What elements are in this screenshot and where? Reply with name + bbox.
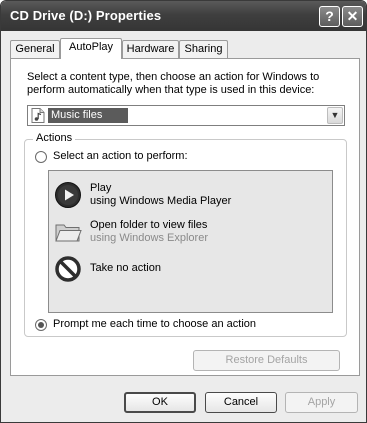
folder-icon — [55, 224, 82, 242]
action-subtitle: using Windows Media Player — [90, 195, 232, 207]
action-list: Play using Windows Media Player Open fol… — [48, 170, 333, 313]
play-icon — [55, 182, 81, 208]
action-subtitle: using Windows Explorer — [90, 232, 208, 244]
content-type-value: Music files — [48, 108, 128, 123]
content-type-dropdown[interactable]: Music files ▼ — [27, 105, 345, 126]
restore-defaults-button[interactable]: Restore Defaults — [193, 350, 340, 371]
ok-button[interactable]: OK — [124, 392, 196, 413]
tab-autoplay[interactable]: AutoPlay — [60, 38, 122, 59]
tab-sharing[interactable]: Sharing — [179, 40, 228, 58]
apply-button[interactable]: Apply — [285, 392, 358, 413]
close-button[interactable]: ✕ — [342, 6, 363, 27]
prompt-each-time-radio[interactable] — [35, 319, 47, 331]
action-item-play[interactable]: Play using Windows Media Player — [49, 179, 332, 215]
tab-hardware[interactable]: Hardware — [122, 40, 179, 58]
help-button[interactable]: ? — [319, 6, 340, 27]
properties-dialog: CD Drive (D:) Properties ? ✕ General Aut… — [0, 0, 367, 423]
action-title: Take no action — [90, 262, 161, 274]
actions-group-legend: Actions — [33, 132, 76, 144]
action-item-no-action[interactable]: Take no action — [49, 253, 332, 289]
select-action-label[interactable]: Select an action to perform: — [53, 150, 188, 162]
intro-text: Select a content type, then choose an ac… — [27, 71, 320, 96]
action-title: Open folder to view files — [90, 219, 208, 231]
chevron-down-icon[interactable]: ▼ — [327, 107, 343, 124]
actions-group: Actions Select an action to perform: Pla… — [24, 132, 347, 337]
tab-general[interactable]: General — [10, 40, 60, 58]
music-file-icon — [31, 108, 45, 123]
select-action-radio[interactable] — [35, 151, 47, 163]
window-title: CD Drive (D:) Properties — [10, 8, 162, 23]
no-action-icon — [55, 256, 81, 282]
action-item-open-folder[interactable]: Open folder to view files using Windows … — [49, 216, 332, 252]
autoplay-panel: Select a content type, then choose an ac… — [10, 58, 360, 376]
tab-strip: General AutoPlay Hardware Sharing — [10, 38, 360, 60]
prompt-each-time-label[interactable]: Prompt me each time to choose an action — [53, 318, 256, 330]
action-title: Play — [90, 182, 112, 194]
cancel-button[interactable]: Cancel — [205, 392, 277, 413]
title-bar[interactable]: CD Drive (D:) Properties ? ✕ — [1, 1, 366, 31]
